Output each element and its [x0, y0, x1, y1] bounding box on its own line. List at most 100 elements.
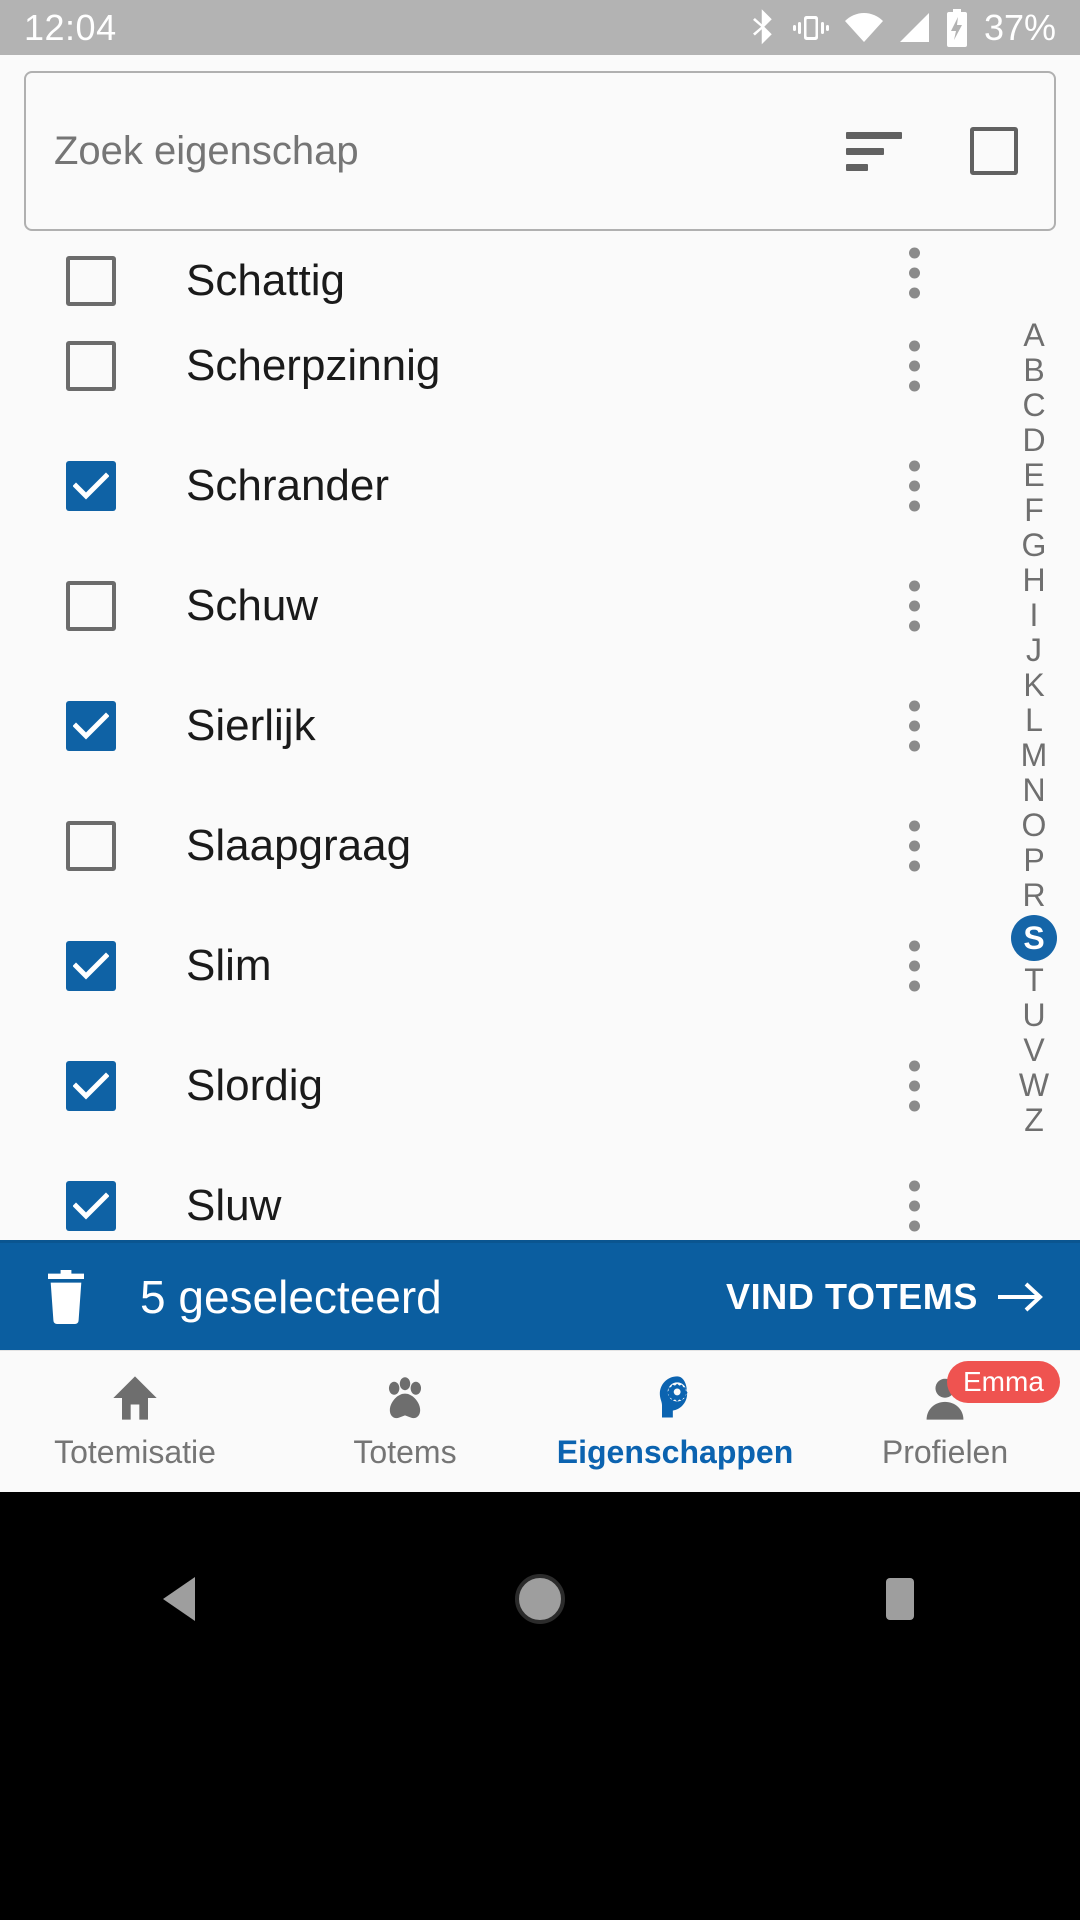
kebab-menu-icon[interactable]: [908, 580, 920, 632]
checkmark-icon: [73, 1192, 109, 1220]
alpha-letter-m[interactable]: M: [1011, 738, 1057, 773]
alpha-letter-a[interactable]: A: [1011, 318, 1057, 353]
nav-label-totems: Totems: [353, 1434, 457, 1470]
alpha-letter-k[interactable]: K: [1011, 668, 1057, 703]
row-checkbox[interactable]: [66, 256, 116, 306]
alpha-letter-h[interactable]: H: [1011, 563, 1057, 598]
row-checkbox[interactable]: [66, 1181, 116, 1231]
alpha-letter-b[interactable]: B: [1011, 353, 1057, 388]
nav-item-profielen[interactable]: Emma Profielen: [810, 1351, 1080, 1492]
alpha-letter-o[interactable]: O: [1011, 808, 1057, 843]
list-item-label: Slim: [186, 941, 272, 990]
list-item-label: Schuw: [186, 581, 319, 630]
kebab-menu-icon[interactable]: [908, 820, 920, 872]
bluetooth-icon: [752, 8, 772, 44]
row-checkbox[interactable]: [66, 581, 116, 631]
list-item-label: Sierlijk: [186, 701, 316, 750]
checkmark-icon: [73, 952, 109, 980]
row-checkbox[interactable]: [66, 341, 116, 391]
alpha-letter-e[interactable]: E: [1011, 458, 1057, 493]
sort-icon[interactable]: [846, 121, 918, 181]
trash-icon[interactable]: [44, 1269, 88, 1324]
arrow-right-icon: [998, 1282, 1043, 1311]
home-circle-icon[interactable]: [480, 1564, 600, 1634]
kebab-menu-icon[interactable]: [908, 700, 920, 752]
alpha-letter-c[interactable]: C: [1011, 388, 1057, 423]
kebab-menu-icon[interactable]: [908, 247, 920, 299]
bottom-navigation: Totemisatie Totems Eigenschappen Emma Pr…: [0, 1350, 1080, 1492]
cellular-signal-icon: [899, 12, 929, 42]
status-icon-group: 37%: [748, 7, 1056, 49]
alpha-letter-t[interactable]: T: [1011, 963, 1057, 998]
nav-label-profielen: Profielen: [881, 1434, 1009, 1470]
list-item[interactable]: Sluw: [0, 1146, 1080, 1240]
search-input[interactable]: [54, 128, 846, 174]
home-icon: [109, 1372, 161, 1424]
list-item-label: Slordig: [186, 1061, 323, 1110]
property-list[interactable]: Schattig Scherpzinnig Schrander Schuw Si…: [0, 240, 1080, 1240]
list-item[interactable]: Schuw: [0, 546, 1080, 666]
battery-percent: 37%: [983, 6, 1056, 48]
list-item-label: Schattig: [186, 256, 345, 305]
list-item[interactable]: Sierlijk: [0, 666, 1080, 786]
selection-action-bar: 5 geselecteerd VIND TOTEMS: [0, 1240, 1080, 1350]
list-item[interactable]: Slaapgraag: [0, 786, 1080, 906]
list-item[interactable]: Schrander: [0, 426, 1080, 546]
row-checkbox[interactable]: [66, 821, 116, 871]
search-bar-container: [0, 55, 1080, 240]
paw-icon: [379, 1372, 431, 1424]
search-box[interactable]: [24, 71, 1056, 231]
alpha-letter-u[interactable]: U: [1011, 998, 1057, 1033]
nav-item-totems[interactable]: Totems: [270, 1351, 540, 1492]
kebab-menu-icon[interactable]: [908, 460, 920, 512]
nav-item-eigenschappen[interactable]: Eigenschappen: [540, 1351, 810, 1492]
list-item[interactable]: Slordig: [0, 1026, 1080, 1146]
alpha-letter-d[interactable]: D: [1011, 423, 1057, 458]
alpha-letter-i[interactable]: I: [1011, 598, 1057, 633]
list-item-label: Slaapgraag: [186, 821, 412, 870]
checkmark-icon: [73, 472, 109, 500]
alpha-letter-g[interactable]: G: [1011, 528, 1057, 563]
alpha-letter-p[interactable]: P: [1011, 843, 1057, 878]
alpha-letter-v[interactable]: V: [1011, 1033, 1057, 1068]
kebab-menu-icon[interactable]: [908, 1180, 920, 1232]
app-screen: 12:04 37% Zoek eigenschap Schattig Scher…: [0, 0, 1080, 1920]
list-item[interactable]: Schattig: [0, 240, 1080, 306]
kebab-menu-icon[interactable]: [908, 940, 920, 992]
alphabet-index[interactable]: A B C D E F G H I J K L M N O P R S T U …: [1006, 318, 1062, 1138]
nav-item-totemisatie[interactable]: Totemisatie: [0, 1351, 270, 1492]
list-item[interactable]: Scherpzinnig: [0, 306, 1080, 426]
battery-charging-icon: [946, 8, 967, 47]
head-gear-icon: [649, 1372, 701, 1424]
list-item-label: Scherpzinnig: [186, 341, 441, 390]
alpha-letter-j[interactable]: J: [1011, 633, 1057, 668]
alpha-letter-f[interactable]: F: [1011, 493, 1057, 528]
alpha-letter-l[interactable]: L: [1011, 703, 1057, 738]
nav-label-eigenschappen: Eigenschappen: [556, 1434, 794, 1470]
list-item-label: Schrander: [186, 461, 390, 510]
vibrate-icon: [792, 15, 829, 40]
alpha-letter-n[interactable]: N: [1011, 773, 1057, 808]
list-item-label: Sluw: [186, 1181, 282, 1230]
row-checkbox[interactable]: [66, 461, 116, 511]
kebab-menu-icon[interactable]: [908, 340, 920, 392]
alpha-letter-r[interactable]: R: [1011, 878, 1057, 913]
android-navigation-bar: [0, 1492, 1080, 1920]
back-triangle-icon[interactable]: [120, 1564, 240, 1634]
status-time: 12:04: [24, 6, 117, 48]
nav-label-totemisatie: Totemisatie: [54, 1434, 216, 1470]
checkmark-icon: [73, 712, 109, 740]
find-totems-button[interactable]: VIND TOTEMS: [726, 1276, 1044, 1318]
kebab-menu-icon[interactable]: [908, 1060, 920, 1112]
select-all-checkbox-icon[interactable]: [970, 127, 1018, 175]
alpha-letter-s-active[interactable]: S: [1011, 915, 1057, 961]
row-checkbox[interactable]: [66, 941, 116, 991]
alpha-letter-w[interactable]: W: [1011, 1068, 1057, 1103]
wifi-icon: [844, 12, 883, 42]
list-item[interactable]: Slim: [0, 906, 1080, 1026]
find-totems-label: VIND TOTEMS: [726, 1275, 978, 1317]
row-checkbox[interactable]: [66, 1061, 116, 1111]
alpha-letter-z[interactable]: Z: [1011, 1103, 1057, 1138]
row-checkbox[interactable]: [66, 701, 116, 751]
recents-square-icon[interactable]: [840, 1564, 960, 1634]
